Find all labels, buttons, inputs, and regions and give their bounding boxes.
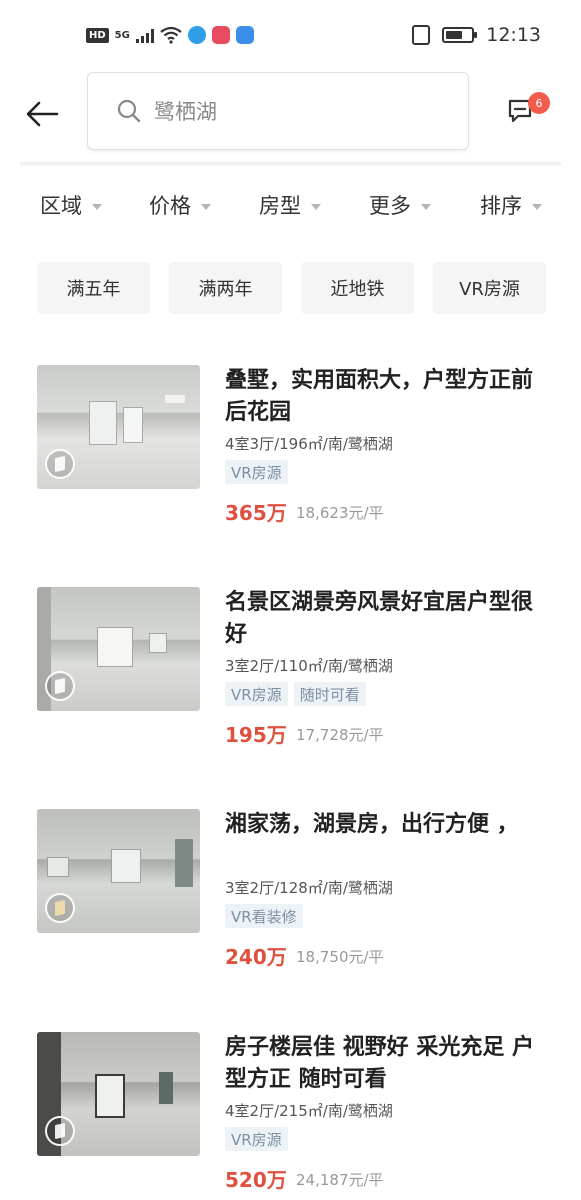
listing-title: 湘家荡，湖景房，出行方便 ，: [225, 812, 519, 837]
filter-sort[interactable]: 排序: [480, 190, 542, 220]
caret-down-icon: [421, 203, 431, 210]
listing-tag: VR房源: [225, 682, 288, 706]
app-notification-icon: [187, 26, 206, 44]
listing-photo: [37, 365, 200, 489]
chip-vr[interactable]: VR房源: [433, 262, 546, 314]
filter-bar: 区域 价格 房型 更多 排序: [0, 190, 581, 236]
search-input[interactable]: 鹭栖湖: [87, 72, 469, 150]
listing-meta: 3室2厅/128㎡/南/鹭栖湖: [225, 879, 393, 897]
chip-near-metro[interactable]: 近地铁: [301, 262, 414, 314]
unread-badge: 6: [528, 92, 550, 114]
listing-meta: 4室3厅/196㎡/南/鹭栖湖: [225, 435, 393, 453]
listing-unit-price: 18,750元/平: [296, 948, 384, 966]
search-text: 鹭栖湖: [154, 100, 217, 124]
status-bar: HD 5G 12:13: [0, 0, 581, 72]
wifi-icon: [160, 26, 182, 44]
search-icon: [117, 99, 141, 123]
listing-meta: 3室2厅/110㎡/南/鹭栖湖: [225, 657, 393, 675]
vr-view-icon: [45, 449, 75, 479]
hd-indicator: HD: [86, 27, 109, 43]
vr-view-icon: [45, 671, 75, 701]
listing-tag: VR房源: [225, 1127, 288, 1151]
caret-down-icon: [201, 203, 211, 210]
network-type: 5G: [114, 29, 130, 41]
status-left-icons: HD 5G: [86, 26, 254, 44]
caret-down-icon: [92, 203, 102, 210]
listing-tag: VR房源: [225, 460, 288, 484]
listing-price: 240万: [225, 945, 287, 969]
vibrate-icon: [412, 25, 431, 45]
clock: 12:13: [486, 24, 541, 46]
listing-tags: VR房源 随时可看: [225, 682, 366, 706]
header: 鹭栖湖 6: [0, 72, 581, 162]
app-notification-icon: [211, 26, 230, 44]
header-divider: [20, 162, 561, 166]
app-notification-icon: [235, 26, 254, 44]
vr-view-icon: [45, 1116, 75, 1146]
listing-tag: 随时可看: [293, 682, 366, 706]
filter-region[interactable]: 区域: [40, 190, 102, 220]
filter-label: 区域: [40, 194, 82, 218]
caret-down-icon: [311, 203, 321, 210]
listing-card[interactable]: 房子楼层佳 视野好 采光充足 户型方正 随时可看 4室2厅/215㎡/南/鹭栖湖…: [0, 1032, 581, 1200]
chip-five-years[interactable]: 满五年: [37, 262, 150, 314]
listing-tags: VR房源: [225, 460, 288, 484]
signal-icon: [135, 27, 154, 43]
back-button[interactable]: [22, 94, 62, 134]
listing-meta: 4室2厅/215㎡/南/鹭栖湖: [225, 1102, 393, 1120]
listing-unit-price: 24,187元/平: [296, 1171, 384, 1189]
listing-tags: VR看装修: [225, 904, 303, 928]
filter-label: 价格: [149, 194, 191, 218]
listing-unit-price: 17,728元/平: [296, 726, 384, 744]
listing-photo: [37, 809, 200, 933]
status-right-icons: 12:13: [412, 24, 541, 46]
filter-more[interactable]: 更多: [369, 190, 431, 220]
listing-tag: VR看装修: [225, 904, 303, 928]
filter-label: 排序: [480, 194, 522, 218]
listing-photo: [37, 587, 200, 711]
listing-photo: [37, 1032, 200, 1156]
chip-two-years[interactable]: 满两年: [169, 262, 282, 314]
listing-price: 365万: [225, 501, 287, 525]
listing-unit-price: 18,623元/平: [296, 504, 384, 522]
listing-price: 520万: [225, 1168, 287, 1192]
vr-view-icon: [45, 893, 75, 923]
listing-title: 名景区湖景旁风景好宜居户型很好: [225, 590, 534, 647]
listing-title: 叠墅，实用面积大，户型方正前后花园: [225, 368, 534, 425]
battery-icon: [442, 27, 478, 43]
filter-price[interactable]: 价格: [149, 190, 211, 220]
listing-price: 195万: [225, 723, 287, 747]
filter-label: 房型: [259, 194, 301, 218]
listing-card[interactable]: 湘家荡，湖景房，出行方便 ， 3室2厅/128㎡/南/鹭栖湖 VR看装修 240…: [0, 809, 581, 1009]
listing-title: 房子楼层佳 视野好 采光充足 户型方正 随时可看: [225, 1035, 534, 1092]
listing-card[interactable]: 叠墅，实用面积大，户型方正前后花园 4室3厅/196㎡/南/鹭栖湖 VR房源 3…: [0, 365, 581, 565]
listing-card[interactable]: 名景区湖景旁风景好宜居户型很好 3室2厅/110㎡/南/鹭栖湖 VR房源 随时可…: [0, 587, 581, 787]
back-arrow-icon: [26, 101, 59, 127]
caret-down-icon: [532, 203, 542, 210]
filter-label: 更多: [369, 194, 411, 218]
filter-layout[interactable]: 房型: [259, 190, 321, 220]
listing-tags: VR房源: [225, 1127, 288, 1151]
